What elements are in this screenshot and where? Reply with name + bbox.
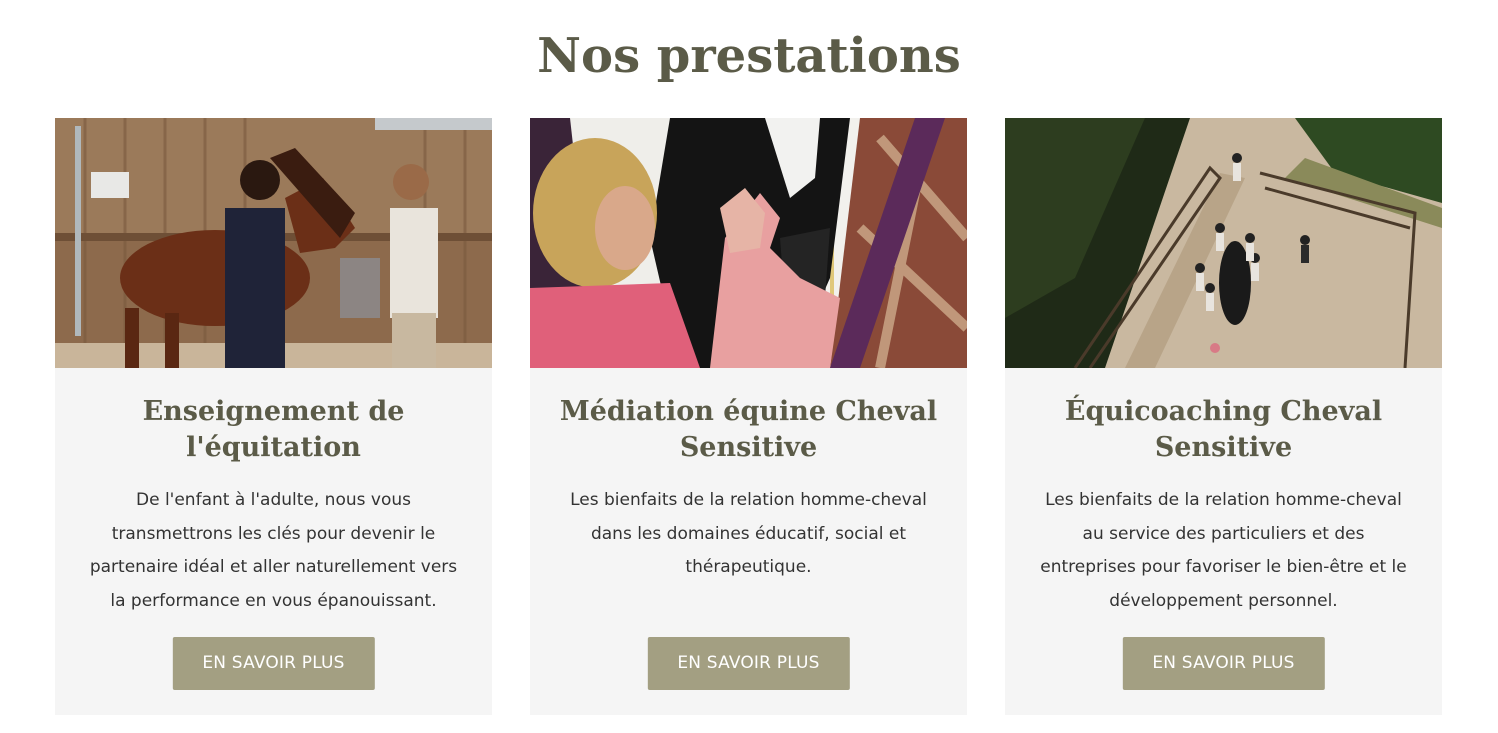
learn-more-button[interactable]: EN SAVOIR PLUS xyxy=(647,637,850,690)
card-title: Médiation équine Cheval Sensitive xyxy=(559,396,938,463)
services-card-list: Enseignement de l'équitation De l'enfant… xyxy=(55,118,1442,715)
card-title: Enseignement de l'équitation xyxy=(142,396,405,463)
learn-more-button[interactable]: EN SAVOIR PLUS xyxy=(172,637,375,690)
learn-more-button[interactable]: EN SAVOIR PLUS xyxy=(1122,637,1325,690)
card-image-equicoaching-aerial[interactable] xyxy=(1005,118,1442,368)
service-card-mediation: Médiation équine Cheval Sensitive Les bi… xyxy=(530,118,967,715)
card-description: De l'enfant à l'adulte, nous vous transm… xyxy=(89,490,458,611)
card-image-equine-mediation[interactable] xyxy=(530,118,967,368)
card-title: Équicoaching Cheval Sensitive xyxy=(1064,396,1383,463)
card-image-riding-lesson[interactable] xyxy=(55,118,492,368)
section-title: Nos prestations xyxy=(537,28,961,84)
card-description: Les bienfaits de la relation homme-cheva… xyxy=(570,490,927,577)
riding-lesson-photo xyxy=(55,118,492,368)
service-card-equicoaching: Équicoaching Cheval Sensitive Les bienfa… xyxy=(1005,118,1442,715)
equicoaching-aerial-photo xyxy=(1005,118,1442,368)
service-card-riding: Enseignement de l'équitation De l'enfant… xyxy=(55,118,492,715)
card-description: Les bienfaits de la relation homme-cheva… xyxy=(1040,490,1407,611)
equine-mediation-photo xyxy=(530,118,967,368)
